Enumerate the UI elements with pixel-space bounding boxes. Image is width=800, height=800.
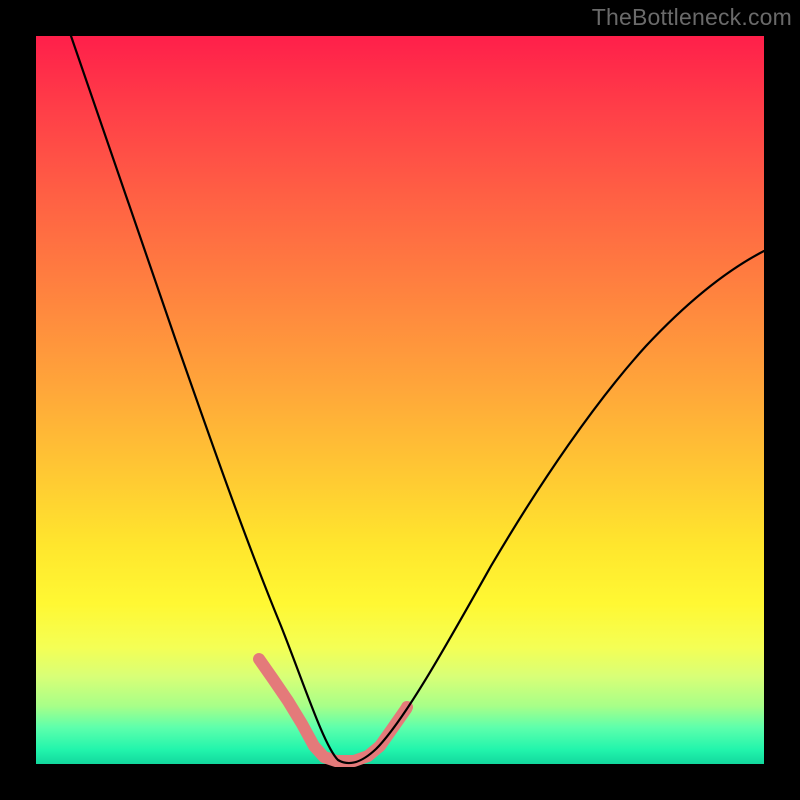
bottleneck-curve-svg — [36, 36, 764, 764]
plot-area — [36, 36, 764, 764]
valley-highlight — [259, 659, 406, 761]
watermark-text: TheBottleneck.com — [592, 4, 792, 31]
chart-frame: TheBottleneck.com — [0, 0, 800, 800]
bottleneck-curve — [71, 36, 764, 763]
